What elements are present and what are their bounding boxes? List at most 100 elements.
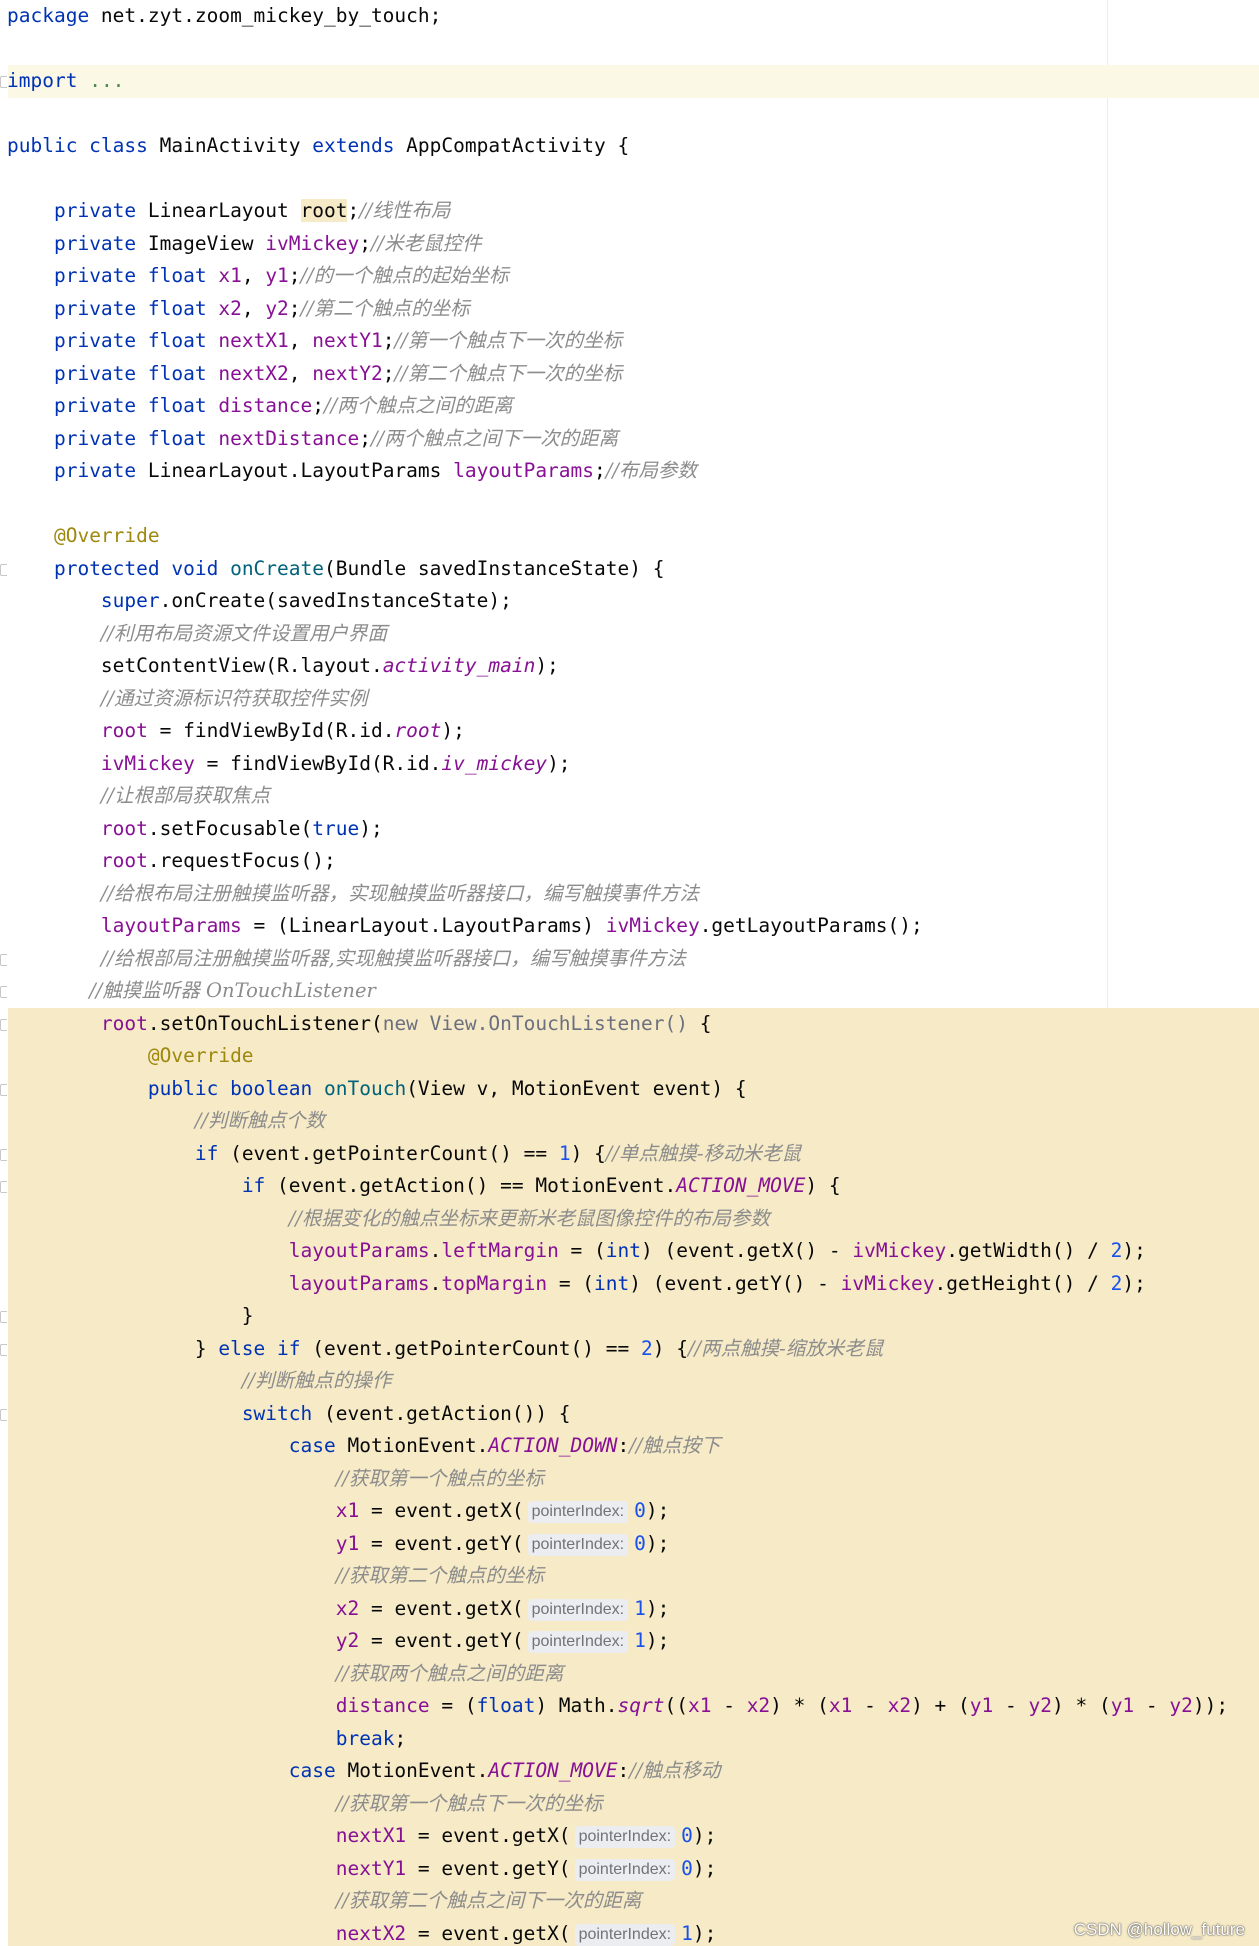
code-line[interactable]: package net.zyt.zoom_mickey_by_touch;	[7, 0, 441, 33]
fold-marker-icon[interactable]	[0, 986, 7, 998]
code-line[interactable]: } else if (event.getPointerCount() == 2)…	[7, 1333, 883, 1366]
code-line[interactable]: //让根部局获取焦点	[7, 780, 270, 813]
code-line[interactable]: //给根部局注册触摸监听器,实现触摸监听器接口，编写触摸事件方法	[7, 943, 686, 976]
highlighted-identifier-token: root	[300, 199, 348, 222]
field-token: layoutParams	[453, 459, 595, 482]
code-line[interactable]: private float x2, y2;//第二个触点的坐标	[7, 293, 470, 326]
code-line[interactable]: setContentView(R.layout.activity_main);	[7, 650, 559, 683]
code-line[interactable]: y1 = event.getY(pointerIndex: 0);	[7, 1528, 669, 1561]
code-line[interactable]: @Override	[7, 520, 160, 553]
fold-marker-icon[interactable]	[0, 1343, 7, 1356]
code-line[interactable]: nextY1 = event.getY(pointerIndex: 0);	[7, 1853, 716, 1886]
code-line[interactable]: layoutParams.leftMargin = (int) (event.g…	[7, 1235, 1146, 1268]
code-line[interactable]: //利用布局资源文件设置用户界面	[7, 618, 387, 651]
code-line[interactable]: case MotionEvent.ACTION_MOVE://触点移动	[7, 1755, 721, 1788]
text-token: = findViewById(R.id.	[194, 751, 442, 775]
fold-marker-icon[interactable]	[0, 1181, 7, 1193]
text-token: ,	[241, 296, 266, 320]
code-line[interactable]: if (event.getPointerCount() == 1) {//单点触…	[7, 1138, 801, 1171]
fold-marker-icon[interactable]	[0, 1148, 7, 1161]
text-token: ));	[1192, 1694, 1229, 1717]
code-line[interactable]: root.requestFocus();	[7, 845, 336, 878]
code-line[interactable]: //判断触点的操作	[7, 1365, 392, 1398]
code-line[interactable]: distance = (float) Math.sqrt((x1 - x2) *…	[7, 1690, 1228, 1723]
code-line[interactable]: //获取第二个触点之间下一次的距离	[7, 1885, 642, 1918]
code-line[interactable]: x1 = event.getX(pointerIndex: 0);	[7, 1495, 669, 1528]
text-token: .getWidth() /	[946, 1239, 1111, 1262]
fold-marker-icon[interactable]	[0, 1083, 7, 1096]
keyword-token: float	[476, 1694, 536, 1717]
fold-marker-icon[interactable]	[0, 76, 7, 88]
text-token: ;	[382, 329, 395, 352]
code-line[interactable]: private float x1, y1;//的一个触点的起始坐标	[7, 260, 509, 293]
code-line[interactable]: case MotionEvent.ACTION_DOWN://触点按下	[7, 1430, 721, 1463]
text-token: MotionEvent.	[347, 1434, 489, 1457]
code-line[interactable]: super.onCreate(savedInstanceState);	[7, 585, 512, 618]
code-line[interactable]: switch (event.getAction()) {	[7, 1398, 571, 1431]
code-line[interactable]: private float nextDistance;//两个触点之间下一次的距…	[7, 423, 618, 456]
text-token: ) Math.	[535, 1694, 618, 1717]
code-line[interactable]: protected void onCreate(Bundle savedInst…	[7, 553, 665, 586]
code-line[interactable]: private LinearLayout root;//线性布局	[7, 195, 450, 228]
code-line[interactable]: //通过资源标识符获取控件实例	[7, 683, 368, 716]
code-line[interactable]: x2 = event.getX(pointerIndex: 1);	[7, 1593, 669, 1626]
code-line[interactable]: private float nextX1, nextY1;//第一个触点下一次的…	[7, 325, 622, 358]
code-line[interactable]: break;	[7, 1723, 406, 1756]
text-token: .setOnTouchListener(	[147, 1011, 383, 1035]
code-editor[interactable]: package net.zyt.zoom_mickey_by_touch;imp…	[0, 0, 1259, 1946]
code-line[interactable]: private LinearLayout.LayoutParams layout…	[7, 455, 697, 488]
code-line[interactable]: public boolean onTouch(View v, MotionEve…	[7, 1073, 747, 1106]
code-line[interactable]: //获取第一个触点的坐标	[7, 1463, 544, 1496]
code-line[interactable]: root.setFocusable(true);	[7, 813, 383, 846]
code-line[interactable]: }	[7, 1300, 254, 1333]
field-token: y1	[969, 1694, 994, 1717]
code-line[interactable]: layoutParams.topMargin = (int) (event.ge…	[7, 1268, 1146, 1301]
fold-marker-icon[interactable]	[0, 1311, 7, 1323]
code-line[interactable]: nextX2 = event.getX(pointerIndex: 1);	[7, 1918, 716, 1946]
code-line[interactable]: private ImageView ivMickey;//米老鼠控件	[7, 228, 482, 261]
fold-marker-icon[interactable]	[0, 563, 7, 576]
code-line[interactable]: layoutParams = (LinearLayout.LayoutParam…	[7, 910, 923, 943]
text-token: = (LinearLayout.LayoutParams)	[241, 914, 606, 937]
code-line[interactable]: y2 = event.getY(pointerIndex: 1);	[7, 1625, 669, 1658]
code-line[interactable]: //获取第一个触点下一次的坐标	[7, 1788, 603, 1821]
code-line[interactable]: import ...	[7, 65, 124, 98]
code-line[interactable]: //获取两个触点之间的距离	[7, 1658, 564, 1691]
code-line[interactable]: //根据变化的触点坐标来更新米老鼠图像控件的布局参数	[7, 1203, 770, 1236]
code-line[interactable]: //给根布局注册触摸监听器，实现触摸监听器接口，编写触摸事件方法	[7, 878, 699, 911]
folded-import-token: ...	[89, 69, 125, 92]
code-line[interactable]: private float distance;//两个触点之间的距离	[7, 390, 513, 423]
code-line[interactable]: public class MainActivity extends AppCom…	[7, 130, 629, 163]
text-token: = event.getY(	[359, 1629, 524, 1652]
code-line[interactable]: //判断触点个数	[7, 1105, 325, 1138]
fold-marker-icon[interactable]	[0, 953, 7, 966]
code-line[interactable]: nextX1 = event.getX(pointerIndex: 0);	[7, 1820, 716, 1853]
code-line[interactable]: private float nextX2, nextY2;//第二个触点下一次的…	[7, 358, 622, 391]
text-token: ) + (	[911, 1694, 970, 1717]
fold-marker-icon[interactable]	[0, 1018, 7, 1031]
field-token: y2	[1028, 1694, 1052, 1717]
code-line[interactable]: //触摸监听器 OnTouchListener	[7, 975, 376, 1008]
text-token: {	[687, 1011, 712, 1035]
static-member-token: ACTION_MOVE	[676, 1174, 806, 1197]
fold-marker-icon[interactable]	[0, 1408, 7, 1421]
code-line[interactable]: root.setOnTouchListener(new View.OnTouch…	[7, 1008, 712, 1041]
comment-token: //第二个触点的坐标	[300, 296, 470, 320]
code-line[interactable]: //获取第二个触点的坐标	[7, 1560, 544, 1593]
code-line[interactable]: if (event.getAction() == MotionEvent.ACT…	[7, 1170, 841, 1203]
text-token: = (	[429, 1694, 477, 1717]
text-token: ,	[288, 329, 313, 352]
keyword-token: private float	[53, 264, 219, 287]
code-line[interactable]: @Override	[7, 1040, 254, 1073]
code-line[interactable]: ivMickey = findViewById(R.id.iv_mickey);	[7, 748, 571, 781]
code-line[interactable]: root = findViewById(R.id.root);	[7, 715, 465, 748]
